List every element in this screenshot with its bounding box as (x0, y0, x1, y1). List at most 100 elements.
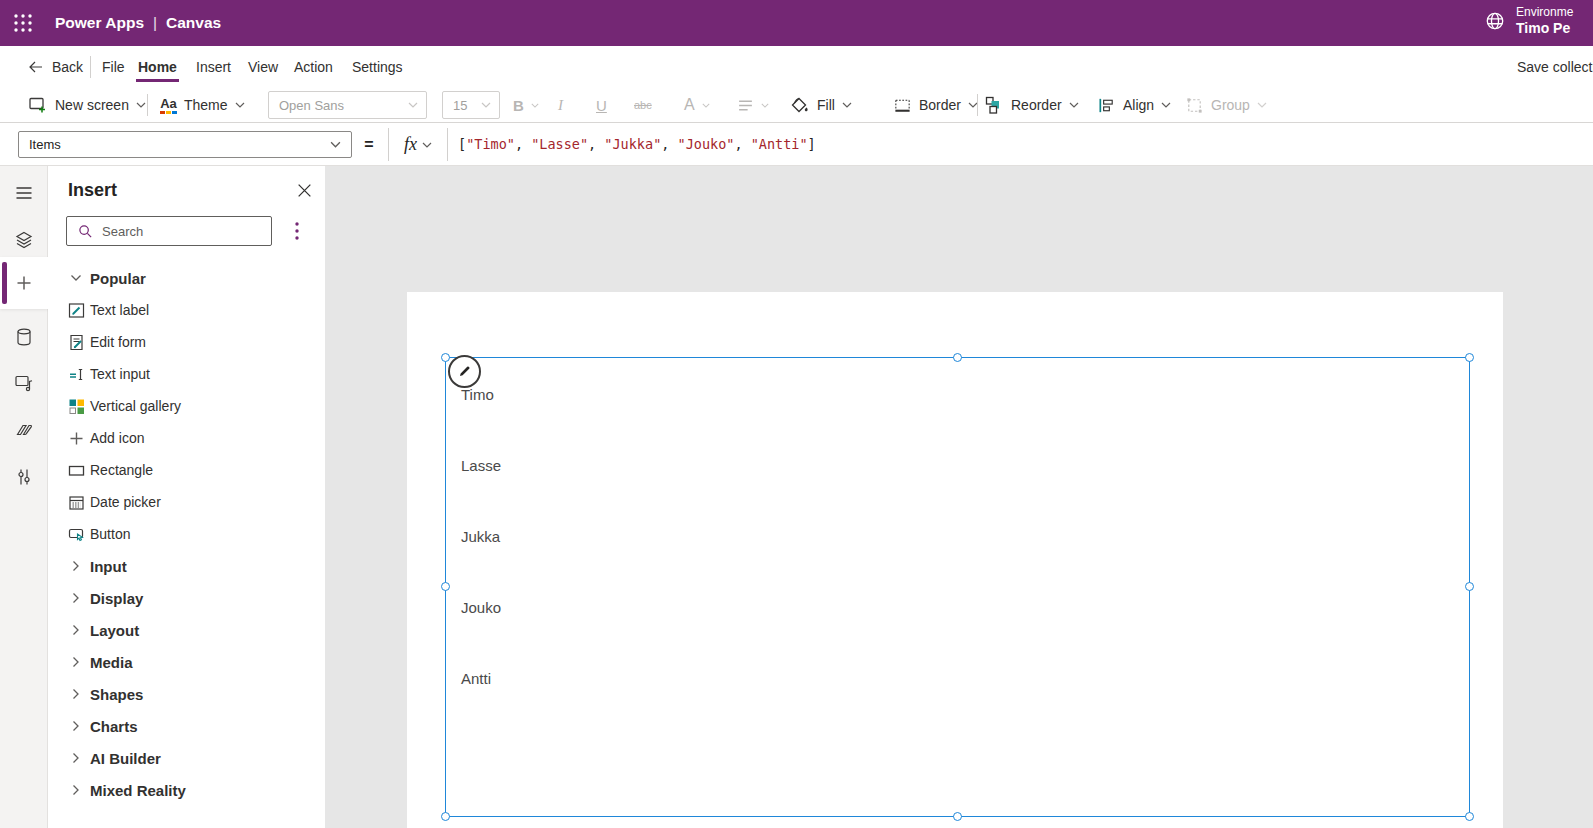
rail-item-insert[interactable] (14, 273, 34, 293)
rail-item-power-automate[interactable] (14, 420, 34, 440)
resize-handle-s[interactable] (953, 812, 962, 821)
resize-handle-w[interactable] (441, 582, 450, 591)
chevron-down-icon (422, 142, 432, 148)
gallery-item[interactable]: Lasse (461, 457, 501, 477)
menu-item-insert[interactable]: Insert (196, 46, 231, 88)
equals-sign: = (358, 123, 380, 166)
gallery-item[interactable]: Antti (461, 670, 491, 690)
resize-handle-sw[interactable] (441, 812, 450, 821)
edit-form-icon (68, 334, 85, 351)
menu-item-settings[interactable]: Settings (352, 46, 403, 88)
resize-handle-n[interactable] (953, 353, 962, 362)
chevron-right-icon (72, 720, 80, 732)
date-picker-icon (68, 494, 85, 511)
chevron-right-icon (72, 560, 80, 572)
environment-icon (1484, 10, 1506, 32)
save-collection-button[interactable]: Save collecti (1517, 46, 1593, 88)
category-charts[interactable]: Charts (48, 710, 325, 742)
new-screen-button[interactable]: New screen (28, 88, 146, 122)
font-size-dropdown[interactable]: 15 (442, 91, 500, 119)
rail-selected-indicator (2, 262, 7, 304)
menu-item-file[interactable]: File (102, 46, 125, 88)
border-button[interactable]: Border (893, 88, 978, 122)
menu-item-action[interactable]: Action (294, 46, 333, 88)
app-title-text[interactable]: Power Apps (55, 14, 144, 31)
chevron-right-icon (72, 784, 80, 796)
strikethrough-button[interactable]: abc (634, 88, 652, 122)
theme-button[interactable]: Aa Theme (160, 88, 245, 122)
fx-icon: fx (404, 134, 417, 155)
new-screen-label: New screen (55, 97, 129, 113)
rail-item-data[interactable] (14, 327, 34, 347)
insert-item-button[interactable]: Button (48, 518, 325, 550)
underline-button[interactable]: U (596, 88, 607, 122)
rail-item-advanced-tools[interactable] (14, 467, 34, 487)
tree-view-toggle[interactable] (14, 183, 34, 203)
align-button[interactable]: Align (1097, 88, 1171, 122)
menu-item-view[interactable]: View (248, 46, 278, 88)
category-display[interactable]: Display (48, 582, 325, 614)
insert-item-text-label[interactable]: Text label (48, 294, 325, 326)
environment-label: Environme (1516, 5, 1573, 19)
italic-button[interactable]: I (558, 88, 563, 122)
insert-item-date-picker[interactable]: Date picker (48, 486, 325, 518)
sliders-icon (14, 467, 34, 487)
search-box[interactable] (66, 216, 272, 246)
property-selector[interactable]: Items (18, 131, 352, 158)
section-popular[interactable]: Popular (48, 262, 325, 294)
back-label: Back (52, 59, 83, 75)
chevron-right-icon (72, 656, 80, 668)
border-icon (893, 96, 912, 115)
waffle-icon[interactable] (11, 11, 35, 35)
edit-gallery-pencil-button[interactable] (448, 355, 481, 388)
resize-handle-ne[interactable] (1465, 353, 1474, 362)
resize-handle-se[interactable] (1465, 812, 1474, 821)
insert-item-add-icon[interactable]: Add icon (48, 422, 325, 454)
environment-switcher[interactable]: Environme Timo Pe (1484, 5, 1573, 36)
resize-handle-e[interactable] (1465, 582, 1474, 591)
category-input[interactable]: Input (48, 550, 325, 582)
category-ai-builder[interactable]: AI Builder (48, 742, 325, 774)
chevron-down-icon (702, 103, 710, 108)
back-arrow-icon (28, 59, 44, 75)
font-family-value: Open Sans (279, 98, 344, 113)
category-mixed-reality[interactable]: Mixed Reality (48, 774, 325, 806)
close-icon[interactable] (296, 182, 314, 200)
fx-button[interactable]: fx (388, 128, 448, 161)
back-button[interactable]: Back (28, 46, 83, 88)
app-title: Power Apps|Canvas (55, 0, 221, 46)
font-color-button[interactable]: A (684, 88, 710, 122)
text-align-button[interactable] (737, 88, 769, 122)
bold-button[interactable]: B (513, 88, 539, 122)
category-shapes[interactable]: Shapes (48, 678, 325, 710)
search-input[interactable] (102, 224, 271, 239)
border-label: Border (919, 97, 961, 113)
font-family-dropdown[interactable]: Open Sans (268, 91, 427, 119)
gallery-item[interactable]: Timo (461, 386, 494, 406)
reorder-button[interactable]: Reorder (984, 88, 1079, 122)
kebab-menu-icon[interactable] (290, 219, 304, 243)
insert-panel-title: Insert (68, 180, 117, 201)
gallery-control-selection[interactable]: Timo Lasse Jukka Jouko Antti (445, 357, 1470, 817)
group-icon (1185, 96, 1204, 115)
insert-item-vertical-gallery[interactable]: Vertical gallery (48, 390, 325, 422)
chevron-down-icon (1257, 102, 1267, 108)
gallery-item[interactable]: Jouko (461, 599, 501, 619)
formula-input[interactable]: ["Timo", "Lasse", "Jukka", "Jouko", "Ant… (458, 123, 816, 166)
group-button[interactable]: Group (1185, 88, 1267, 122)
insert-item-text-input[interactable]: Text input (48, 358, 325, 390)
insert-item-edit-form[interactable]: Edit form (48, 326, 325, 358)
category-media[interactable]: Media (48, 646, 325, 678)
menu-bar: Back File Home Insert View Action Settin… (0, 46, 1593, 88)
resize-handle-nw[interactable] (441, 353, 450, 362)
menu-item-home[interactable]: Home (138, 46, 177, 88)
formula-bar: Items = fx ["Timo", "Lasse", "Jukka", "J… (0, 123, 1593, 166)
fill-button[interactable]: Fill (790, 88, 852, 122)
pencil-icon (457, 364, 472, 379)
insert-item-rectangle[interactable]: Rectangle (48, 454, 325, 486)
gallery-item[interactable]: Jukka (461, 528, 500, 548)
category-layout[interactable]: Layout (48, 614, 325, 646)
rail-item-screens[interactable] (14, 230, 34, 250)
group-label: Group (1211, 97, 1250, 113)
rail-item-media[interactable] (14, 373, 34, 393)
